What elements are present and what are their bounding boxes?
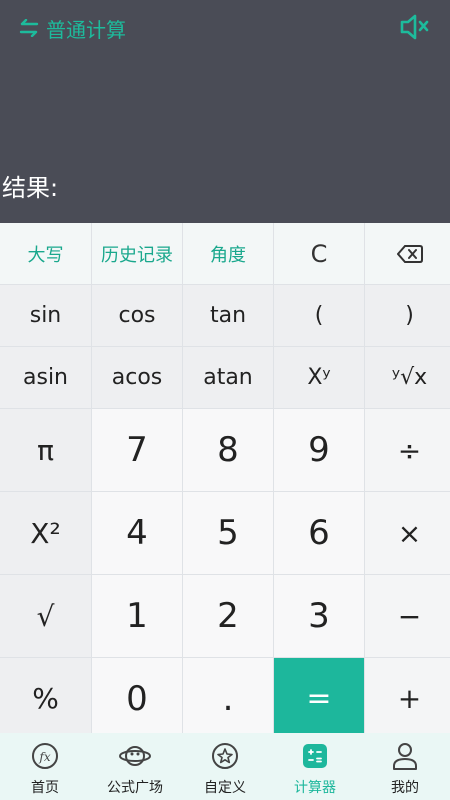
decimal-point-button[interactable]: . — [183, 658, 273, 739]
digit-8-button[interactable]: 8 — [183, 409, 273, 491]
close-paren-button[interactable]: ) — [365, 285, 450, 346]
speaker-mute-icon — [400, 14, 429, 40]
tan-button[interactable]: tan — [183, 285, 273, 346]
power-button[interactable]: Xʸ — [274, 347, 364, 408]
digit-5-button[interactable]: 5 — [183, 492, 273, 574]
mode-switch-button[interactable]: 普通计算 — [18, 13, 126, 43]
square-button[interactable]: X² — [0, 492, 91, 574]
sin-button[interactable]: sin — [0, 285, 91, 346]
calculator-icon — [303, 744, 327, 768]
atan-button[interactable]: atan — [183, 347, 273, 408]
tab-calculator[interactable]: 计算器 — [270, 733, 360, 800]
sqrt-button[interactable]: √ — [0, 575, 91, 657]
sound-toggle-button[interactable] — [400, 14, 430, 44]
subtract-button[interactable]: − — [365, 575, 450, 657]
digit-4-button[interactable]: 4 — [92, 492, 182, 574]
planet-icon — [119, 746, 151, 766]
history-button[interactable]: 历史记录 — [92, 223, 182, 284]
digit-6-button[interactable]: 6 — [274, 492, 364, 574]
divide-button[interactable]: ÷ — [365, 409, 450, 491]
multiply-button[interactable]: × — [365, 492, 450, 574]
cos-button[interactable]: cos — [92, 285, 182, 346]
tab-home-label: 首页 — [31, 780, 59, 796]
backspace-icon — [396, 244, 423, 263]
clear-button[interactable]: C — [274, 223, 364, 284]
tab-custom-label: 自定义 — [204, 780, 246, 796]
person-icon — [393, 743, 417, 770]
digit-2-button[interactable]: 2 — [183, 575, 273, 657]
top-bar: 普通计算 — [0, 0, 450, 56]
add-button[interactable]: + — [365, 658, 450, 739]
digit-1-button[interactable]: 1 — [92, 575, 182, 657]
acos-button[interactable]: acos — [92, 347, 182, 408]
mode-label: 普通计算 — [46, 17, 126, 42]
swap-arrows-icon — [19, 19, 39, 37]
result-label: 结果: — [2, 174, 59, 202]
svg-text:fx: fx — [38, 750, 50, 764]
angle-mode-button[interactable]: 角度 — [183, 223, 273, 284]
uppercase-button[interactable]: 大写 — [0, 223, 91, 284]
asin-button[interactable]: asin — [0, 347, 91, 408]
display-area: 普通计算 结果: — [0, 0, 450, 223]
tab-formula-square[interactable]: 公式广场 — [90, 733, 180, 800]
keypad: 大写 历史记录 角度 C sin cos tan ( ) asin acos a… — [0, 223, 450, 739]
bottom-tab-bar: fx 首页 公式广场 自定义 计算器 我的 — [0, 733, 450, 800]
tab-mine-label: 我的 — [391, 780, 419, 796]
tab-custom[interactable]: 自定义 — [180, 733, 270, 800]
pi-button[interactable]: π — [0, 409, 91, 491]
digit-7-button[interactable]: 7 — [92, 409, 182, 491]
backspace-button[interactable] — [365, 223, 450, 284]
fx-icon: fx — [32, 743, 58, 769]
digit-3-button[interactable]: 3 — [274, 575, 364, 657]
tab-calculator-label: 计算器 — [294, 780, 336, 796]
equals-button[interactable]: = — [274, 658, 364, 739]
percent-button[interactable]: % — [0, 658, 91, 739]
open-paren-button[interactable]: ( — [274, 285, 364, 346]
star-badge-icon — [212, 743, 238, 769]
digit-9-button[interactable]: 9 — [274, 409, 364, 491]
nth-root-button[interactable]: ʸ√x — [365, 347, 450, 408]
tab-formula-square-label: 公式广场 — [107, 780, 163, 796]
tab-mine[interactable]: 我的 — [360, 733, 450, 800]
digit-0-button[interactable]: 0 — [92, 658, 182, 739]
tab-home[interactable]: fx 首页 — [0, 733, 90, 800]
